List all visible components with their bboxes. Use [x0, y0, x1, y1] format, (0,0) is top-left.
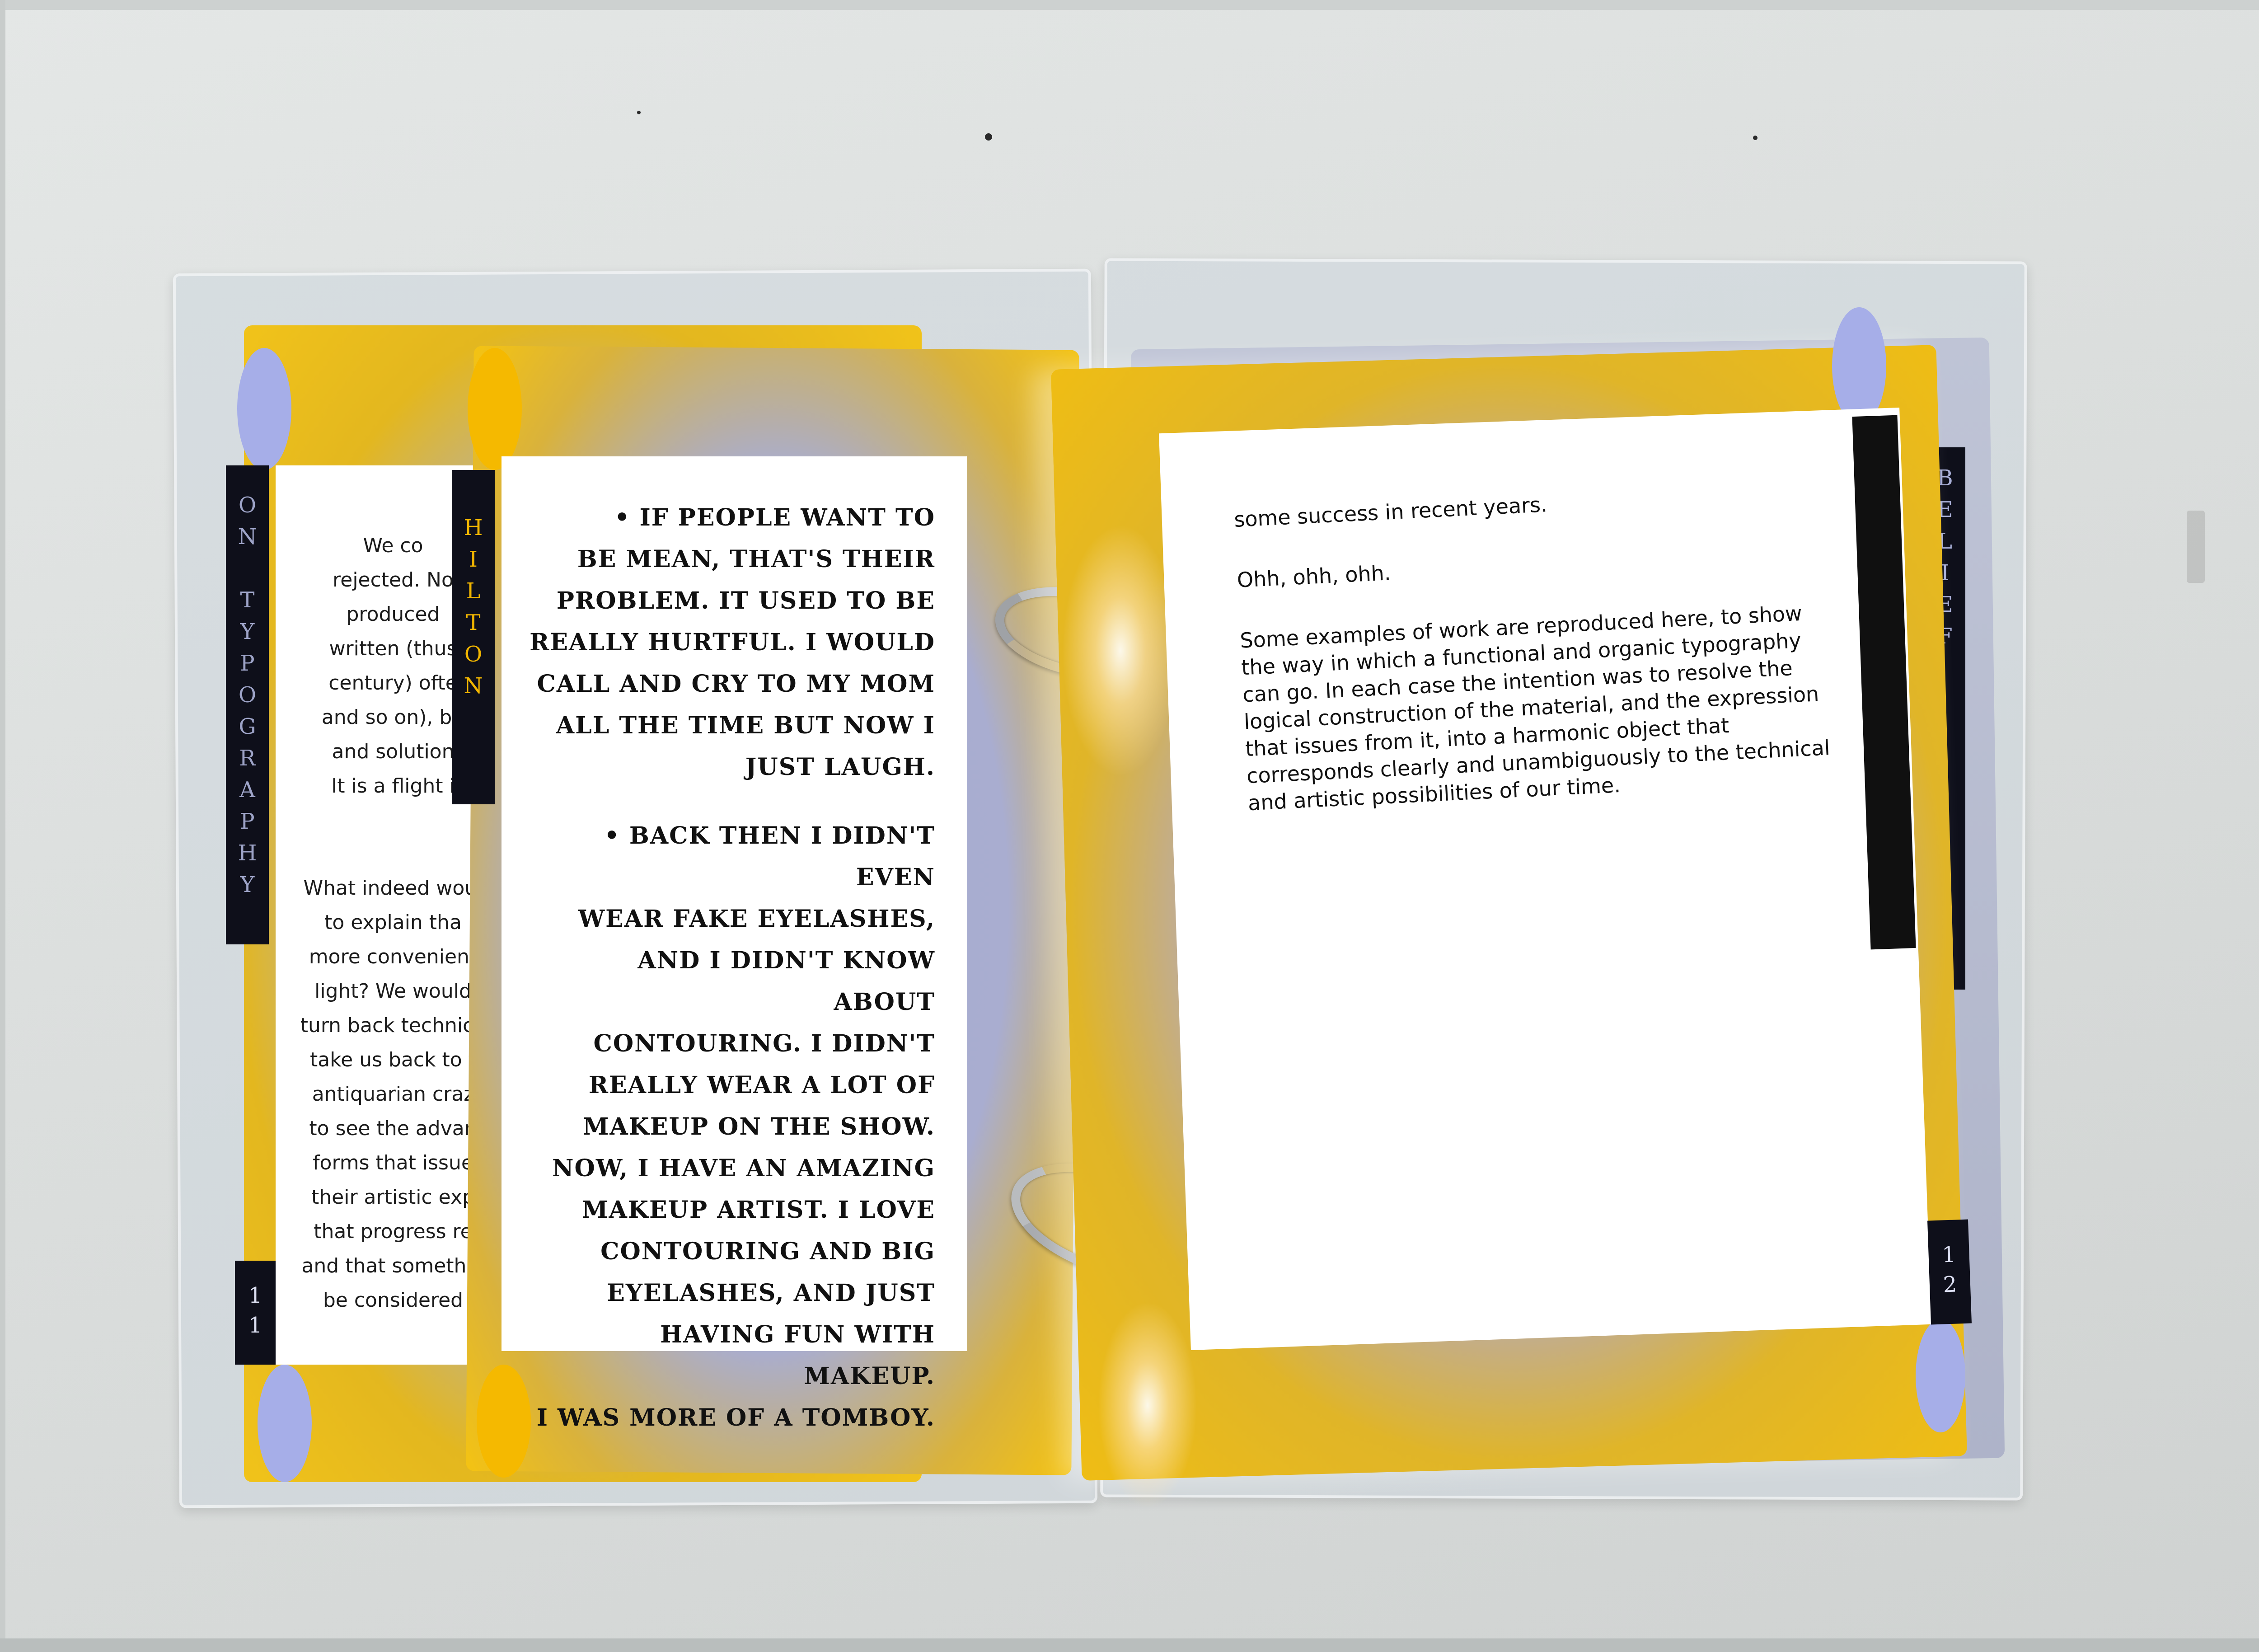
corner-oval-yellow-bottom [477, 1365, 531, 1478]
sleeve-glare [1062, 524, 1179, 777]
scanner-edge-top [0, 0, 2259, 10]
page-number-tab: 11 [235, 1261, 276, 1365]
corner-oval-top-right [1832, 307, 1886, 425]
tab-on-typography: ON TYPOGRAPHY [226, 465, 269, 944]
dust-speck [985, 133, 992, 141]
corner-oval-bottom-left [258, 1365, 312, 1482]
sleeve-glare [1098, 1301, 1197, 1509]
tab-label: ON TYPOGRAPHY [234, 493, 260, 904]
dust-speck [1753, 136, 1758, 140]
paragraph: Ohh, ohh, ohh. [1236, 560, 1392, 592]
dust-speck [2187, 511, 2205, 583]
quote-paragraph: • BACK THEN I DIDN'T EVEN WEAR FAKE EYEL… [536, 822, 935, 1431]
corner-oval-bottom-right [1916, 1319, 1965, 1432]
scanner-edge-bottom [0, 1638, 2259, 1652]
corner-oval-top-left [237, 348, 291, 470]
tab-label: HILTON [460, 515, 486, 705]
corner-oval-yellow-top [468, 348, 522, 470]
tab-hilton: HILTON [452, 470, 495, 804]
hilton-quote-text: • IF PEOPLE WANT TO BE MEAN, THAT'S THEI… [529, 497, 935, 1466]
scanner-edge-left [0, 0, 5, 1652]
right-page-text: some success in recent years. Ohh, ohh, … [1233, 474, 1896, 850]
quote-paragraph: • IF PEOPLE WANT TO BE MEAN, THAT'S THEI… [530, 504, 935, 781]
paragraph: Some examples of work are reproduced her… [1239, 601, 1831, 816]
dust-speck [637, 111, 641, 114]
page-number-tab: 12 [1927, 1219, 1972, 1325]
